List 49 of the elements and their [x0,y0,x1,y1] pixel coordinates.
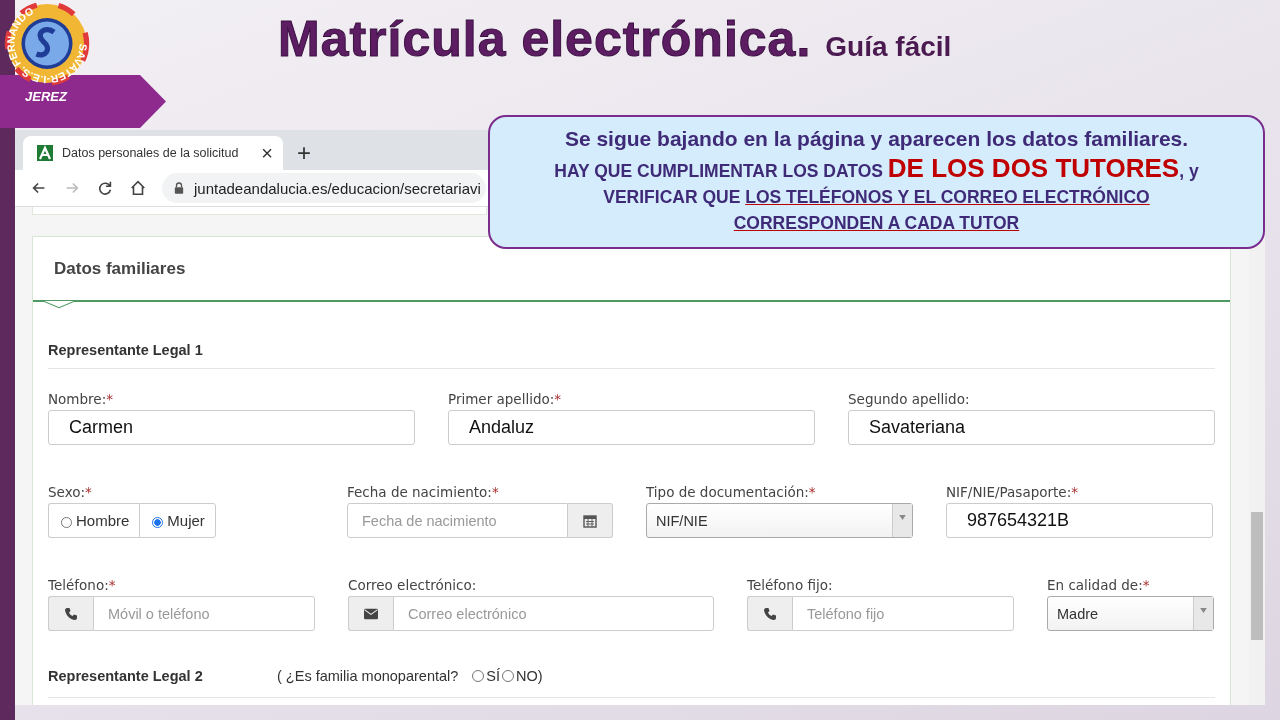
field-label: Correo electrónico: [348,577,477,593]
scrollbar-thumb[interactable] [1251,512,1263,640]
subsection-title: Representante Legal 1 [48,342,1215,369]
slide-title: Matrícula electrónica. [278,10,812,68]
section-title: Datos familiares [54,258,186,279]
field-label: Segundo apellido: [848,391,970,407]
subsection-title: Representante Legal 2 [48,668,204,684]
new-tab-button[interactable]: + [297,141,311,165]
field-label: En calidad de:* [1047,577,1150,593]
field-label: Nombre:* [48,391,113,407]
logo-city-text: JEREZ [25,89,67,104]
field-label: Teléfono:* [48,577,116,593]
calendar-button[interactable] [568,503,613,538]
dropdown-caret-icon [1200,608,1207,613]
radio-option[interactable]: SÍ [472,668,501,684]
field-label: Tipo de documentación:* [646,484,816,500]
field-label: Teléfono fijo: [747,577,833,593]
browser-tab[interactable]: Datos personales de la solicitud × [23,136,283,170]
text-field[interactable]: 987654321B [946,503,1213,538]
favicon-icon [37,145,53,161]
home-icon[interactable] [129,179,147,197]
lock-icon [174,182,184,194]
text-field[interactable]: Carmen [48,410,415,445]
field-label: NIF/NIE/Pasaporte:* [946,484,1078,500]
select-dropdown[interactable]: NIF/NIE [646,503,913,538]
field-label: Primer apellido:* [448,391,562,407]
tab-title: Datos personales de la solicitud [62,146,240,160]
select-dropdown[interactable]: Madre [1047,596,1214,631]
callout-heading: Se sigue bajando en la página y aparecen los datos familiares. [564,127,1189,151]
field-label: Fecha de nacimiento:* [347,484,499,500]
phone-icon [763,606,777,621]
callout-text: HAY QUE CUMPLIMENTAR LOS DATOS DE LOS DOS TUTORES, y VERIFICAR QUE LOS TELÉFONOS Y EL CORREO ELECTRÓNICO CORRESPONDEN A CADA TUTOR [553,155,1200,235]
calendar-icon [583,513,597,528]
radio-option[interactable]: Hombre [48,503,140,538]
field-label: Sexo:* [48,484,92,500]
reload-icon[interactable] [96,179,114,197]
text-field[interactable]: Savateriana [848,410,1215,445]
radio-button[interactable] [152,517,164,528]
text-field[interactable]: Andaluz [448,410,815,445]
envelope-icon [364,606,378,621]
slide-subtitle: Guía fácil [825,31,952,63]
address-bar[interactable]: juntadeandalucia.es/educacion/secretariavi [162,173,486,203]
dropdown-caret-icon [899,515,906,520]
radio-option[interactable]: NO) [502,668,543,684]
radio-option[interactable]: Mujer [139,503,216,538]
url-text: juntadeandalucia.es/educacion/secretariavi [194,179,481,197]
close-tab-button[interactable]: × [261,143,273,163]
question-text: ( ¿Es familia monoparental? [277,668,459,684]
phone-icon [64,606,78,621]
